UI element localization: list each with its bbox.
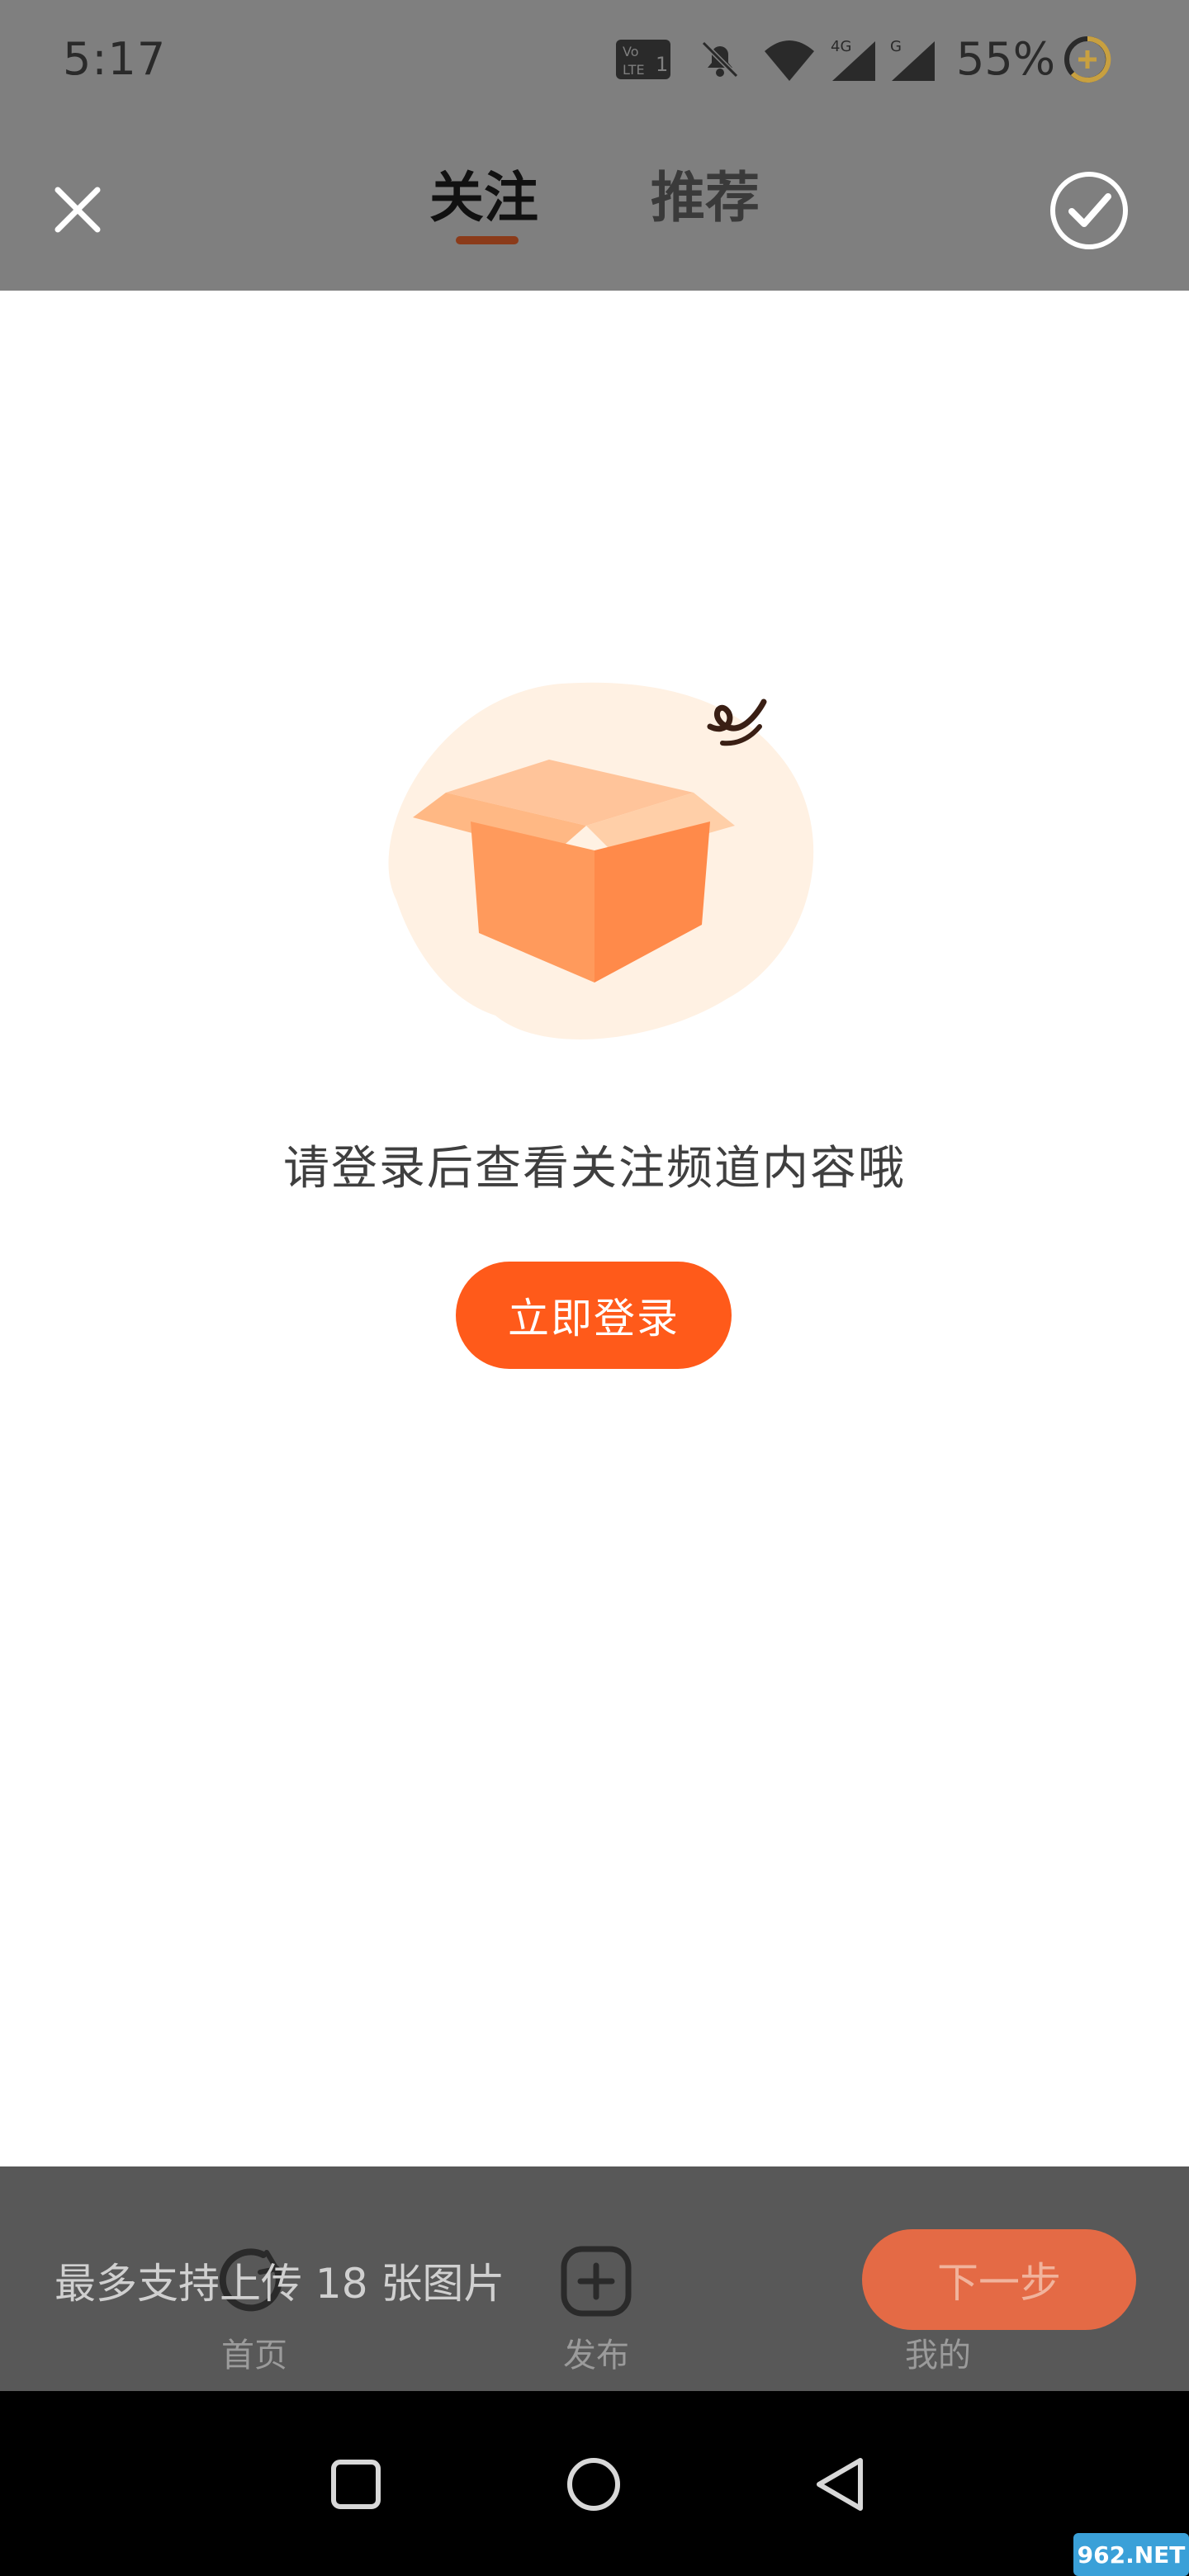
nav-label-publish: 发布 — [563, 2337, 629, 2375]
empty-state-message: 请登录后查看关注频道内容哦 — [283, 1142, 906, 1196]
confirm-button[interactable] — [1049, 170, 1130, 251]
upload-hint-text: 最多支持上传 18 张图片 — [54, 2260, 505, 2308]
back-button[interactable] — [812, 2455, 867, 2517]
svg-text:Vo: Vo — [623, 44, 639, 59]
watermark-logo: 962.NET — [1073, 2533, 1189, 2576]
close-button[interactable] — [51, 183, 104, 236]
active-tab-indicator — [456, 236, 519, 244]
svg-text:G: G — [890, 38, 902, 55]
signal-4g-icon: 4G — [829, 33, 882, 86]
nav-item-publish[interactable]: 发布 — [514, 2244, 679, 2376]
recents-button[interactable] — [329, 2457, 383, 2515]
wifi-icon — [763, 33, 816, 86]
nav-label-home: 首页 — [221, 2337, 287, 2375]
status-time: 5:17 — [63, 33, 167, 85]
svg-text:LTE: LTE — [623, 62, 645, 78]
plus-square-icon — [561, 2246, 632, 2317]
volte-icon: Vo LTE 1 — [614, 33, 674, 86]
nav-label-profile: 我的 — [905, 2337, 971, 2375]
close-icon — [54, 187, 101, 233]
home-system-button[interactable] — [565, 2455, 623, 2517]
svg-text:4G: 4G — [831, 38, 851, 55]
signal-g-icon: G — [888, 33, 941, 86]
bell-off-icon — [695, 33, 745, 86]
battery-ring-icon — [1062, 33, 1113, 86]
login-button[interactable]: 立即登录 — [456, 1262, 732, 1369]
svg-text:1: 1 — [656, 53, 668, 76]
tab-follow[interactable]: 关注 — [429, 154, 538, 233]
battery-percent: 55% — [956, 33, 1056, 85]
check-circle-icon — [1050, 172, 1128, 249]
tab-recommend[interactable]: 推荐 — [651, 154, 760, 233]
home-circle-icon — [567, 2458, 620, 2511]
recents-square-icon — [331, 2460, 381, 2509]
next-step-button[interactable]: 下一步 — [862, 2229, 1136, 2330]
back-triangle-icon — [817, 2458, 863, 2511]
open-box-illustration — [347, 677, 850, 1057]
